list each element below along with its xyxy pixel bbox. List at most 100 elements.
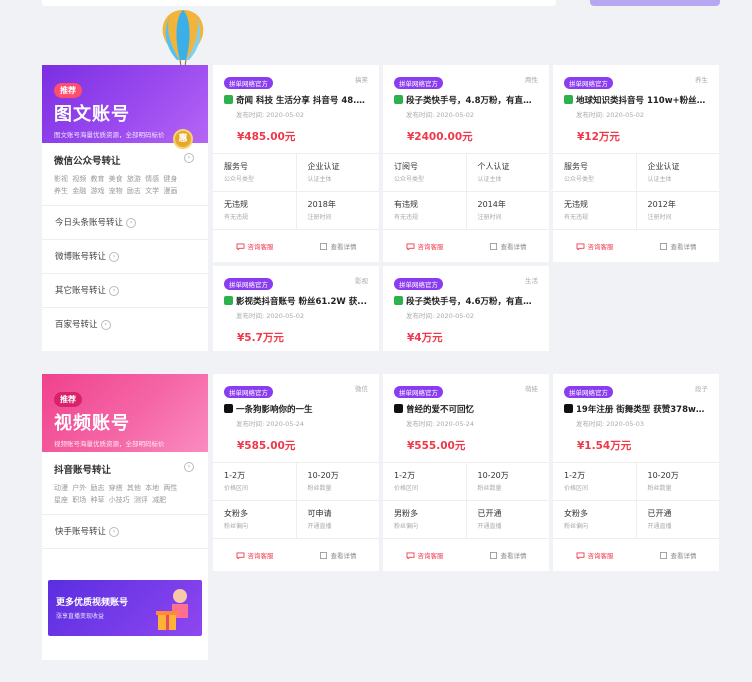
card-category: 生活 [525, 277, 538, 285]
attr-value: 女粉多 [564, 509, 588, 518]
category-label: 抖音账号转让 [54, 465, 112, 476]
card-title[interactable]: 段子类快手号，4.6万粉，有直播... [406, 297, 538, 307]
card-title[interactable]: 地球知识类抖音号 110w+粉丝 ... [576, 96, 708, 106]
listing-card[interactable]: 拼单网络官方 两性 段子类快手号，4.8万粉，有直播... 发布时间: 2020… [383, 65, 549, 262]
card-date: 发布时间: 2020-05-02 [236, 111, 305, 119]
consult-label: 咨询客服 [417, 552, 444, 560]
details-button[interactable]: 查看详情 [296, 550, 379, 560]
section-video-accounts: 推荐 视频账号 视频账号海量优质资源，全部明码标价 抖音账号转让 › 动漫 户外… [42, 374, 722, 664]
category-label: 微博账号转让 [55, 252, 107, 262]
attr-label: 认证主体 [647, 176, 672, 183]
card-title[interactable]: 19年注册 街舞类型 获赞378w粉... [576, 405, 708, 415]
chevron-right-icon[interactable]: › [184, 462, 194, 472]
official-tag: 拼单网络官方 [564, 77, 613, 89]
wechat-icon [224, 95, 233, 104]
card-date: 发布时间: 2020-05-02 [576, 111, 645, 119]
attr-value: 男粉多 [394, 509, 418, 518]
consult-label: 咨询客服 [587, 243, 614, 251]
attr-value: 已开通 [477, 509, 502, 518]
tag-list[interactable]: 动漫 户外 励志 穿搭 其他 本地 两性 [54, 482, 196, 494]
card-title[interactable]: 影视类抖音账号 粉丝61.2W 获... [236, 297, 367, 307]
category-douyin[interactable]: 抖音账号转让 › 动漫 户外 励志 穿搭 其他 本地 两性 星座 职场 种草 小… [42, 452, 208, 515]
category-label: 快手账号转让 [55, 527, 107, 537]
wechat-icon [394, 296, 403, 305]
category-kuaishou[interactable]: 快手账号转让 › [42, 515, 208, 549]
card-category: 段子 [695, 385, 708, 393]
attr-label: 认证主体 [307, 176, 332, 183]
category-weibo[interactable]: 微博账号转让 › [42, 240, 208, 274]
card-title[interactable]: 段子类快手号，4.8万粉，有直播... [406, 96, 538, 106]
listing-card[interactable]: 拼单网络官方 生活 段子类快手号，4.6万粉，有直播... 发布时间: 2020… [383, 266, 549, 351]
chevron-right-icon[interactable]: › [184, 153, 194, 163]
card-category: 两性 [525, 76, 538, 84]
tag-list[interactable]: 养生 金融 游戏 宠物 励志 文学 漫画 [54, 185, 196, 197]
card-title[interactable]: 奇闻 科技 生活分享 抖音号 48.8 ... [236, 96, 368, 106]
category-baijiahao[interactable]: 百家号转让 › [42, 308, 208, 342]
consult-label: 咨询客服 [417, 243, 444, 251]
attr-value: 可申请 [307, 509, 332, 518]
listing-card[interactable]: 拼单网络官方 微信 一条狗影响你的一生 发布时间: 2020-05-24 ¥58… [213, 374, 379, 571]
listing-card[interactable]: 拼单网络官方 养生 地球知识类抖音号 110w+粉丝 ... 发布时间: 202… [553, 65, 719, 262]
details-button[interactable]: 查看详情 [636, 550, 719, 560]
attr-value: 10-20万 [307, 471, 339, 480]
details-label: 查看详情 [670, 552, 697, 560]
search-bar-remnant[interactable] [42, 0, 556, 6]
attr-label: 粉丝数量 [307, 485, 332, 492]
attr-label: 价格区间 [394, 485, 419, 492]
attr-label: 粉丝数量 [647, 485, 672, 492]
card-title[interactable]: 一条狗影响你的一生 [236, 405, 313, 415]
consult-button[interactable]: 咨询客服 [553, 241, 636, 251]
listing-card[interactable]: 拼单网络官方 影视 影视类抖音账号 粉丝61.2W 获... 发布时间: 202… [213, 266, 379, 351]
card-date: 发布时间: 2020-05-24 [236, 420, 305, 428]
category-label: 其它账号转让 [55, 286, 107, 296]
banner-video[interactable]: 推荐 视频账号 视频账号海量优质资源，全部明码标价 [42, 374, 208, 452]
attr-value: 1-2万 [394, 471, 416, 480]
attr-value: 已开通 [647, 509, 672, 518]
tiktok-icon [394, 404, 403, 413]
section-graphic-accounts: 推荐 图文账号 图文账号海量优质资源，全部明码标价 微信公众号转让 › 影视 视… [42, 65, 722, 355]
consult-button[interactable]: 咨询客服 [383, 550, 466, 560]
consult-button[interactable]: 咨询客服 [553, 550, 636, 560]
card-date: 发布时间: 2020-05-02 [406, 312, 475, 320]
card-category: 搞笑 [355, 76, 368, 84]
details-button[interactable]: 查看详情 [296, 241, 379, 251]
chevron-right-icon: › [100, 319, 111, 330]
details-button[interactable]: 查看详情 [466, 550, 549, 560]
category-wechat[interactable]: 微信公众号转让 › 影视 视频 教育 美食 旅游 情感 健身 养生 金融 游戏 … [42, 143, 208, 206]
card-date: 发布时间: 2020-05-24 [406, 420, 475, 428]
attr-label: 粉丝偏向 [224, 523, 249, 530]
official-tag: 拼单网络官方 [224, 77, 273, 89]
tiktok-icon [224, 404, 233, 413]
category-toutiao[interactable]: 今日头条账号转让 › [42, 206, 208, 240]
attr-value: 无违规 [224, 200, 248, 209]
recommend-tag: 推荐 [54, 83, 82, 98]
card-title[interactable]: 曾经的爱不可回忆 [406, 405, 474, 415]
wechat-icon [224, 296, 233, 305]
details-button[interactable]: 查看详情 [466, 241, 549, 251]
document-icon [489, 243, 497, 250]
listing-card[interactable]: 拼单网络官方 搞笑 奇闻 科技 生活分享 抖音号 48.8 ... 发布时间: … [213, 65, 379, 262]
recommend-tag: 推荐 [54, 392, 82, 407]
attr-label: 有无违规 [224, 214, 249, 221]
search-button-remnant[interactable] [590, 0, 720, 6]
document-icon [659, 552, 667, 559]
wechat-icon [564, 95, 573, 104]
consult-button[interactable]: 咨询客服 [213, 241, 296, 251]
details-button[interactable]: 查看详情 [636, 241, 719, 251]
category-other[interactable]: 其它账号转让 › [42, 274, 208, 308]
attr-label: 开通直播 [647, 523, 672, 530]
card-price: ¥1.54万元 [577, 440, 632, 452]
listing-card[interactable]: 拼单网络官方 萌娃 曾经的爱不可回忆 发布时间: 2020-05-24 ¥555… [383, 374, 549, 571]
sidebar-graphic: 推荐 图文账号 图文账号海量优质资源，全部明码标价 微信公众号转让 › 影视 视… [42, 65, 208, 351]
tag-list[interactable]: 星座 职场 种草 小技巧 测评 减肥 [54, 494, 196, 506]
listing-card[interactable]: 拼单网络官方 段子 19年注册 街舞类型 获赞378w粉... 发布时间: 20… [553, 374, 719, 571]
attr-value: 服务号 [564, 162, 588, 171]
tiktok-icon [564, 404, 573, 413]
tag-list[interactable]: 影视 视频 教育 美食 旅游 情感 健身 [54, 173, 196, 185]
attr-label: 开通直播 [477, 523, 502, 530]
details-label: 查看详情 [330, 552, 357, 560]
consult-button[interactable]: 咨询客服 [383, 241, 466, 251]
attr-label: 注册时间 [477, 214, 502, 221]
promo-banner[interactable]: 更多优质视频账号 涨享直播变现收益 [48, 580, 202, 636]
consult-button[interactable]: 咨询客服 [213, 550, 296, 560]
